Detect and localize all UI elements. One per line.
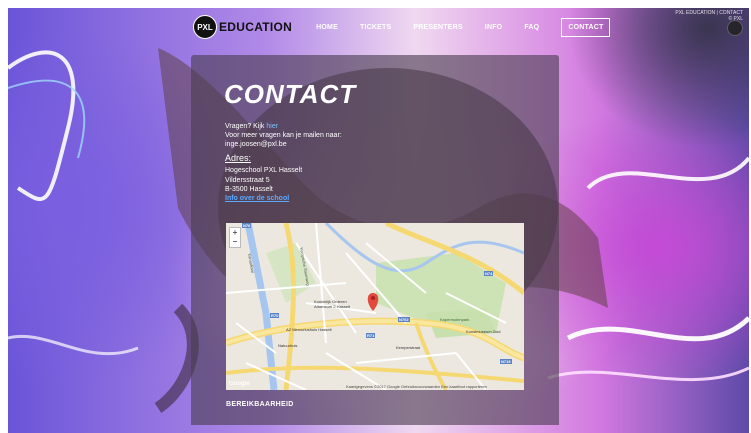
nav-contact[interactable]: CONTACT <box>561 17 611 37</box>
contact-panel: CONTACT Vragen? Kijk hier Voor meer vrag… <box>191 55 559 425</box>
email-address[interactable]: inge.joosen@pxl.be <box>225 140 287 149</box>
map-zoom-out-button[interactable]: − <box>230 237 240 246</box>
address-heading: Adres: <box>225 153 252 163</box>
map-zoom-in-button[interactable]: + <box>230 228 240 237</box>
nav-presenters[interactable]: PRESENTERS <box>413 24 462 31</box>
location-map[interactable]: Koninklijk Orderen Atheneum 2 Hasselt AZ… <box>226 223 524 390</box>
map-zoom-control: + − <box>229 227 241 248</box>
nav-info[interactable]: INFO <box>485 24 503 31</box>
school-info-line: Info over de school <box>225 194 289 203</box>
google-logo: Google <box>229 381 250 387</box>
mail-intro: Voor meer vragen kan je mailen naar: <box>225 132 342 139</box>
map-label: Natuurhuis <box>278 343 298 348</box>
nav-home[interactable]: HOME <box>316 24 338 31</box>
map-label: Kemperstraat <box>396 345 421 350</box>
map-road-label: R71 <box>366 333 376 338</box>
map-label: Kunstmuseum Zuid <box>466 329 501 334</box>
page-title: CONTACT <box>224 79 357 109</box>
map-label: AZ Mercuriushuis Hasselt <box>286 327 332 332</box>
nav-tickets[interactable]: TICKETS <box>360 24 391 31</box>
site-logo[interactable]: PXL EDUCATION <box>193 15 292 39</box>
logo-text: EDUCATION <box>219 20 293 34</box>
school-info-link[interactable]: Info over de school <box>225 195 289 202</box>
top-right-info: PXL EDUCATION | CONTACT © PXL <box>675 10 743 36</box>
question-line: Vragen? Kijk hier <box>225 122 278 131</box>
map-road-label: N74 <box>484 271 494 276</box>
map-attribution[interactable]: Kaartgegevens ©2017 Google Gebruiksvoorw… <box>346 384 487 389</box>
address-line-1: Hogeschool PXL Hasselt <box>225 167 303 174</box>
map-label: Atheneum 2 Hasselt <box>314 304 351 309</box>
address-line-2: Vildersstraat 5 <box>225 177 270 184</box>
faq-link[interactable]: hier <box>266 123 278 130</box>
logo-badge: PXL <box>193 15 217 39</box>
map-canvas[interactable] <box>226 223 524 390</box>
map-road-label: R70 <box>270 313 280 318</box>
top-right-circle-icon[interactable] <box>727 20 743 36</box>
main-nav: PXL EDUCATION HOME TICKETS PRESENTERS IN… <box>193 15 611 39</box>
map-label: Kapermolenpark <box>440 317 470 322</box>
nav-faq[interactable]: FAQ <box>524 24 539 31</box>
map-road-label: N702 <box>398 317 410 322</box>
question-text: Vragen? Kijk <box>225 123 265 130</box>
map-road-label: N715 <box>500 359 512 364</box>
section-heading-bereikbaarheid: BEREIKBAARHEID <box>226 401 294 408</box>
map-road-label: N76 <box>242 223 252 228</box>
address-line-3: B-3500 Hasselt <box>225 186 273 193</box>
